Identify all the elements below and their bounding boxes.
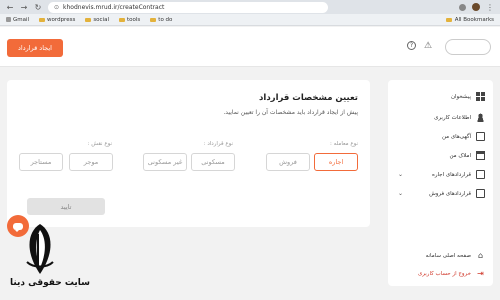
doc-icon (476, 132, 485, 141)
bookmarks-bar: Gmail wordpress social tools to do All B… (0, 14, 500, 26)
folder-icon (445, 17, 452, 22)
home-icon: ⌂ (477, 251, 484, 260)
folder-icon (119, 17, 125, 22)
option-landlord[interactable]: موجر (69, 153, 113, 171)
contract-type-label: نوع قرارداد : (203, 141, 233, 147)
option-sale[interactable]: فروش (266, 153, 310, 171)
user-icon (476, 113, 485, 122)
watermark-logo: سایت حقوقی دینا (5, 222, 95, 300)
logout-icon: ⇥ (477, 269, 484, 278)
extension-icon[interactable] (459, 3, 466, 11)
doc-icon (476, 170, 485, 179)
grid-icon (476, 92, 485, 101)
bookmark-wordpress[interactable]: wordpress (39, 17, 75, 23)
quill-logo-icon (26, 224, 54, 274)
folder-icon (150, 17, 157, 22)
sidebar-item-my-ads[interactable]: آگهی‌های من (442, 132, 485, 141)
option-rent[interactable]: اجاره (314, 153, 358, 171)
option-tenant[interactable]: مستاجر (19, 153, 63, 171)
back-icon[interactable]: ← (6, 3, 14, 12)
profile-avatar[interactable] (472, 3, 480, 11)
url-text: khodnevis.mrud.ir/createContract (63, 3, 165, 11)
bookmark-social[interactable]: social (85, 17, 109, 23)
url-field[interactable]: ⊙ khodnevis.mrud.ir/createContract (48, 1, 328, 13)
transaction-type-label: نوع معامله : (330, 141, 358, 147)
house-icon (476, 151, 485, 160)
logout-link[interactable]: ⇥ خروج از حساب کاربری (418, 269, 485, 278)
bookmark-todo[interactable]: to do (150, 17, 172, 23)
folder-icon (85, 17, 92, 22)
bookmark-tools[interactable]: tools (119, 17, 140, 23)
contract-form-card: تعیین مشخصات قرارداد پیش از ایجاد قراردا… (7, 80, 370, 227)
help-icon[interactable]: ? (407, 41, 416, 50)
chevron-down-icon[interactable]: ⌄ (398, 190, 403, 197)
sidebar-item-sale-contracts[interactable]: قراردادهای فروش (429, 189, 485, 198)
site-info-icon[interactable]: ⊙ (54, 4, 59, 11)
folder-icon (39, 17, 46, 22)
sidebar-item-profile[interactable]: اطلاعات کاربری (434, 113, 485, 122)
menu-dots-icon[interactable]: ⋮ (486, 3, 494, 12)
role-label: نوع نقش : (87, 141, 112, 147)
address-bar-row: ← → ↻ ⊙ khodnevis.mrud.ir/createContract… (0, 0, 500, 14)
doc-icon (476, 189, 485, 198)
option-non-residential[interactable]: غیر مسکونی (143, 153, 187, 171)
app-header: ایجاد قرارداد ? ⚠ (0, 27, 500, 67)
user-pill[interactable] (445, 39, 491, 55)
sidebar-item-my-properties[interactable]: املاک من (449, 151, 485, 160)
confirm-button[interactable]: تایید (27, 198, 105, 215)
reload-icon[interactable]: ↻ (34, 3, 42, 12)
all-bookmarks[interactable]: All Bookmarks (445, 17, 494, 23)
warning-icon[interactable]: ⚠ (424, 41, 432, 51)
bookmark-gmail[interactable]: Gmail (6, 17, 29, 23)
create-contract-button[interactable]: ایجاد قرارداد (7, 39, 63, 57)
forward-icon[interactable]: → (20, 3, 28, 12)
watermark-text: سایت حقوقی دینا (9, 278, 91, 288)
gmail-icon (6, 17, 11, 22)
sidebar: پیشخوان اطلاعات کاربری آگهی‌های من املاک… (388, 80, 493, 286)
chevron-down-icon[interactable]: ⌄ (398, 171, 403, 178)
option-residential[interactable]: مسکونی (191, 153, 235, 171)
sidebar-item-rent-contracts[interactable]: قراردادهای اجاره (432, 170, 485, 179)
page-title: تعیین مشخصات قرارداد (259, 93, 358, 103)
sidebar-item-dashboard[interactable]: پیشخوان (451, 92, 485, 101)
sidebar-home-link[interactable]: ⌂ صفحه اصلی سامانه (426, 251, 485, 260)
page-subtitle: پیش از ایجاد قرارداد باید مشخصات آن را ت… (223, 109, 358, 116)
